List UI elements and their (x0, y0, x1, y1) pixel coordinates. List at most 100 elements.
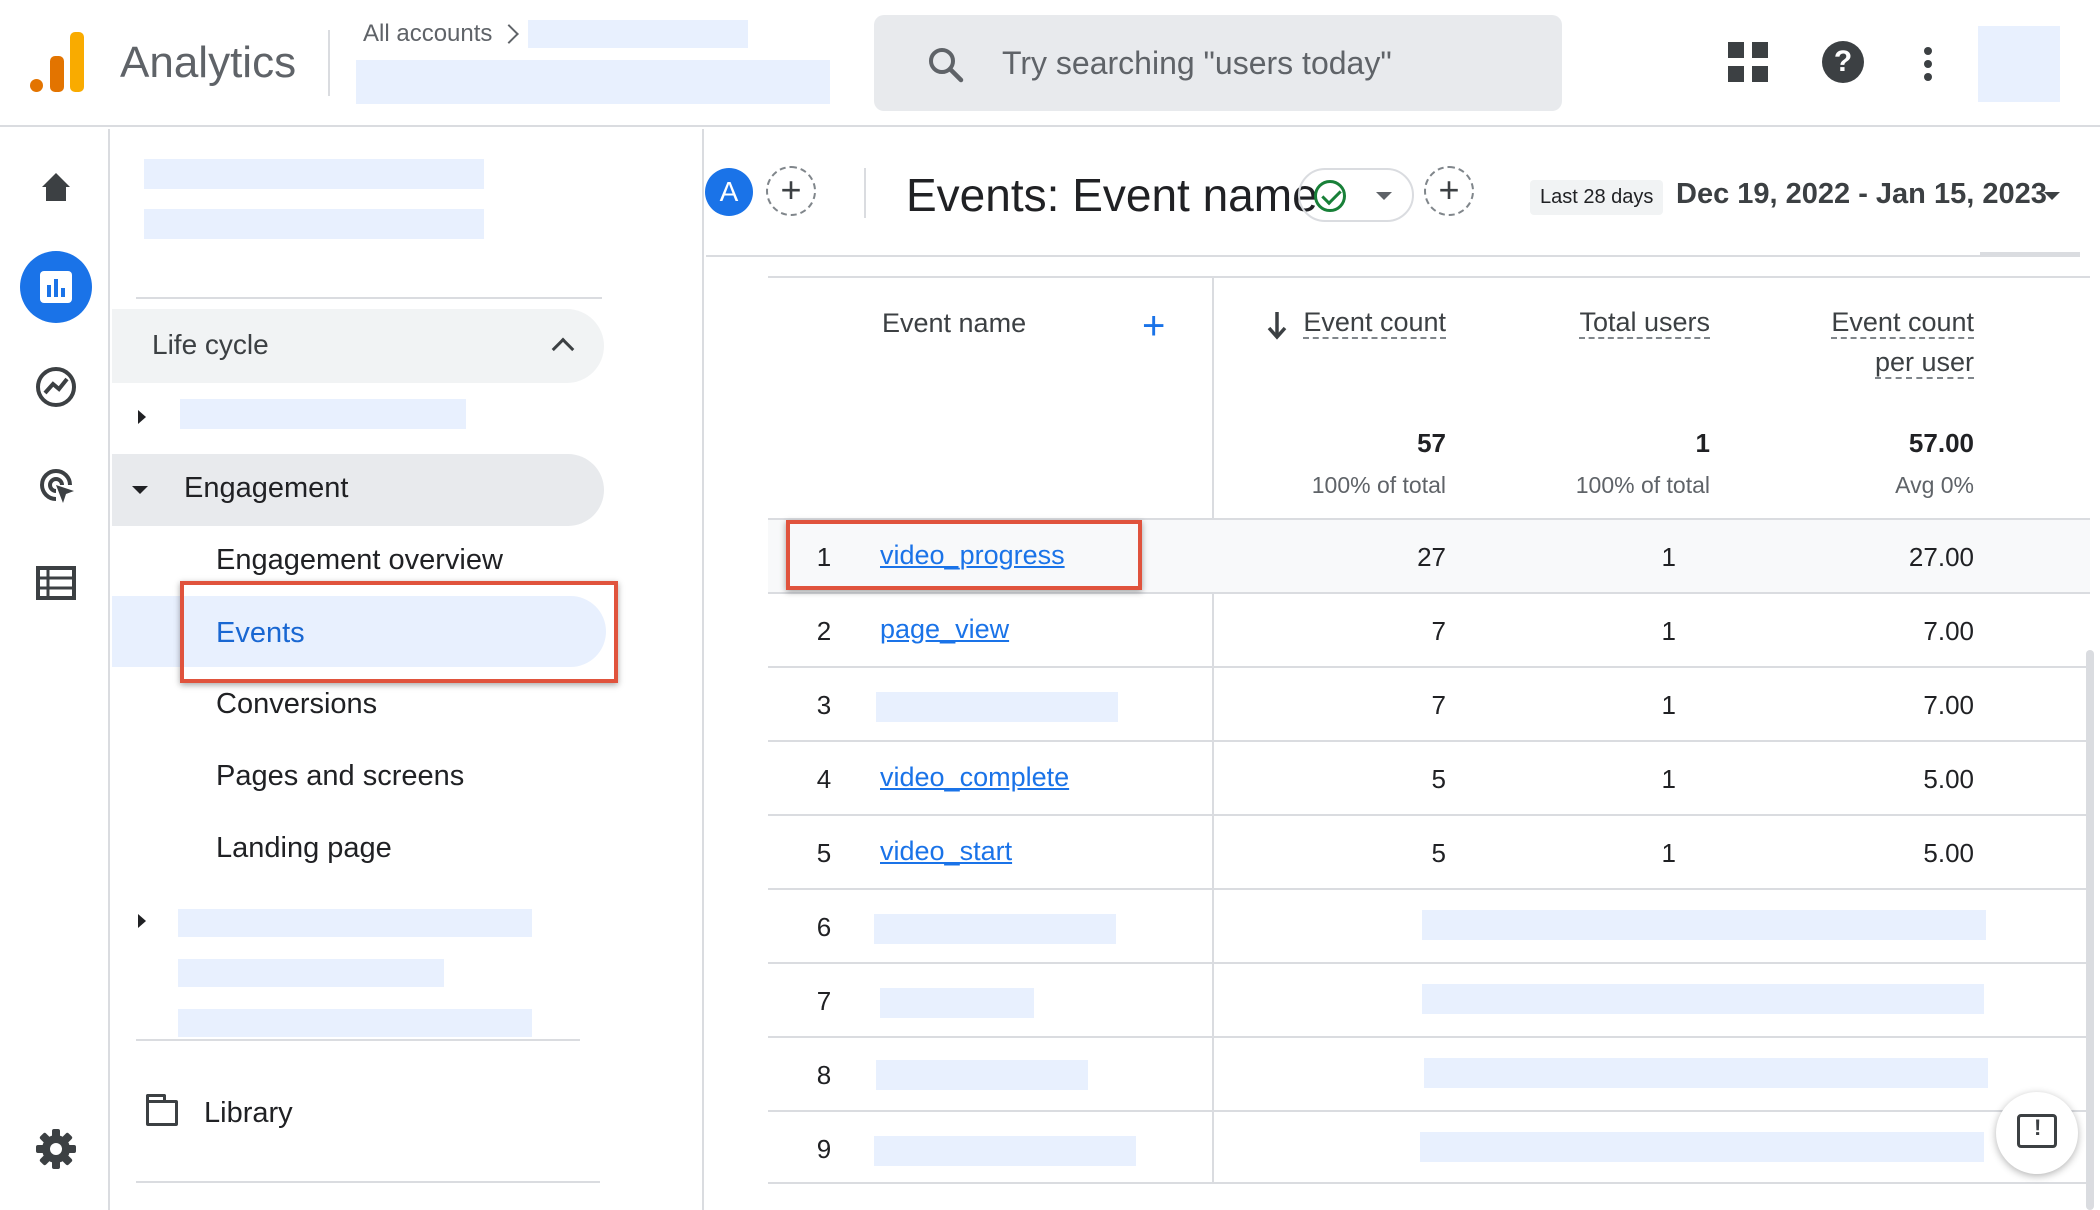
per-user-cell: 7.00 (1923, 690, 1974, 720)
divider (136, 1039, 580, 1041)
nav-group-engagement[interactable]: Engagement (112, 454, 604, 526)
table-row[interactable]: 4 video_complete 5 1 5.00 (768, 740, 2090, 814)
nav-placeholder[interactable] (178, 1009, 532, 1037)
event-count-cell: 27 (1417, 542, 1446, 572)
breadcrumb-all-accounts[interactable]: All accounts (363, 20, 492, 48)
row-rank: 9 (816, 1134, 832, 1164)
total-event-count-sub: 100% of total (1311, 472, 1446, 498)
total-users-cell: 1 (1661, 542, 1676, 572)
per-user-cell: 7.00 (1923, 616, 1974, 646)
divider (136, 297, 602, 299)
feedback-icon (2017, 1114, 2057, 1148)
expand-arrow-icon[interactable] (138, 914, 146, 928)
row-rank: 4 (816, 764, 832, 794)
more-vert-icon[interactable] (1924, 47, 1932, 86)
folder-icon[interactable] (146, 1094, 178, 1126)
breadcrumb[interactable]: All accounts (363, 20, 749, 48)
event-name-placeholder[interactable] (876, 1060, 1088, 1090)
row-rank: 2 (816, 616, 832, 646)
nav-item-engagement-overview[interactable]: Engagement overview (216, 544, 503, 577)
explore-icon[interactable] (20, 351, 92, 423)
metrics-placeholder (1420, 1132, 1984, 1162)
scrollbar[interactable] (2086, 650, 2094, 1210)
event-name-link[interactable]: video_start (880, 836, 1012, 867)
event-name-placeholder[interactable] (874, 1136, 1136, 1166)
nav-item-library[interactable]: Library (204, 1097, 293, 1130)
event-count-cell: 5 (1431, 838, 1446, 868)
table-row[interactable]: 3 7 1 7.00 (768, 666, 2090, 740)
advertising-icon[interactable] (20, 449, 92, 521)
table-border (768, 276, 2090, 278)
per-user-cell: 27.00 (1908, 542, 1974, 572)
check-circle-icon (1314, 180, 1346, 212)
table-row[interactable]: 5 video_start 5 1 5.00 (768, 814, 2090, 888)
nav-item-conversions[interactable]: Conversions (216, 688, 377, 721)
total-users: 1 (1695, 428, 1710, 458)
report-status-chip[interactable] (1298, 168, 1414, 222)
sort-descending-icon[interactable] (1266, 310, 1288, 340)
column-header-event-count-per-user[interactable]: Event count per user (1780, 302, 1974, 382)
date-range-picker[interactable]: Dec 19, 2022 - Jan 15, 2023 (1676, 178, 2047, 211)
column-header-total-users[interactable]: Total users (1520, 302, 1710, 342)
total-event-count: 57 (1417, 428, 1446, 458)
help-icon[interactable]: ? (1822, 41, 1864, 83)
nav-item-landing-page[interactable]: Landing page (216, 832, 392, 865)
chevron-up-icon[interactable] (551, 337, 575, 361)
section-life-cycle[interactable]: Life cycle (112, 309, 604, 383)
search-icon (929, 48, 964, 83)
column-header-event-count[interactable]: Event count (1296, 302, 1446, 342)
table-row[interactable]: 6 (768, 888, 2090, 962)
collapse-arrow-icon[interactable] (132, 486, 148, 494)
expand-arrow-icon[interactable] (138, 410, 146, 424)
add-filter-icon[interactable]: + (1424, 166, 1474, 216)
dimension-header[interactable]: Event name (882, 308, 1026, 339)
highlight-box (180, 581, 618, 683)
event-name-placeholder[interactable] (880, 988, 1034, 1018)
configure-icon[interactable] (20, 547, 92, 619)
comparison-segment-a[interactable]: A (705, 168, 753, 216)
divider (864, 168, 866, 218)
row-rank: 6 (816, 912, 832, 942)
property-name-placeholder[interactable] (356, 60, 830, 104)
avatar[interactable] (1978, 26, 2060, 102)
event-name-link[interactable]: video_complete (880, 762, 1069, 793)
total-per-user: 57.00 (1908, 428, 1974, 458)
table-row[interactable]: 2 page_view 7 1 7.00 (768, 592, 2090, 666)
analytics-logo[interactable] (30, 32, 84, 92)
top-app-bar: Analytics All accounts Try searching "us… (0, 0, 2100, 127)
add-comparison-icon[interactable]: + (766, 166, 816, 216)
search-bar[interactable]: Try searching "users today" (874, 15, 1562, 111)
total-users-cell: 1 (1661, 616, 1676, 646)
table-row[interactable]: 7 (768, 962, 2090, 1036)
gear-icon[interactable] (20, 1113, 92, 1185)
search-placeholder[interactable]: Try searching "users today" (1002, 45, 1392, 82)
event-name-placeholder[interactable] (876, 692, 1118, 722)
nav-placeholder[interactable] (178, 909, 532, 937)
reports-icon[interactable] (20, 251, 92, 323)
event-count-cell: 5 (1431, 764, 1446, 794)
metrics-placeholder (1424, 1058, 1988, 1088)
nav-group-label: Engagement (184, 472, 349, 504)
total-users-cell: 1 (1661, 838, 1676, 868)
chevron-down-icon (1376, 192, 1392, 200)
nav-placeholder[interactable] (180, 399, 466, 429)
app-title[interactable]: Analytics (120, 38, 296, 88)
nav-placeholder[interactable] (178, 959, 444, 987)
total-users-sub: 100% of total (1575, 472, 1710, 498)
table-row[interactable]: 8 (768, 1036, 2090, 1110)
total-users-cell: 1 (1661, 764, 1676, 794)
table-row[interactable]: 9 (768, 1110, 2090, 1184)
per-user-cell: 5.00 (1923, 764, 1974, 794)
event-name-placeholder[interactable] (874, 914, 1116, 944)
date-preset-chip[interactable]: Last 28 days (1530, 180, 1664, 215)
nav-item-pages-and-screens[interactable]: Pages and screens (216, 760, 464, 793)
add-dimension-icon[interactable]: + (1142, 306, 1165, 346)
feedback-button[interactable] (1996, 1092, 2078, 1174)
home-icon[interactable] (20, 151, 92, 223)
report-title: Events: Event name (906, 169, 1318, 221)
chevron-right-icon (499, 24, 520, 44)
nav-placeholder (144, 159, 484, 189)
event-name-link[interactable]: page_view (880, 614, 1009, 645)
chevron-down-icon[interactable] (2044, 192, 2060, 200)
apps-grid-icon[interactable] (1728, 42, 1768, 82)
